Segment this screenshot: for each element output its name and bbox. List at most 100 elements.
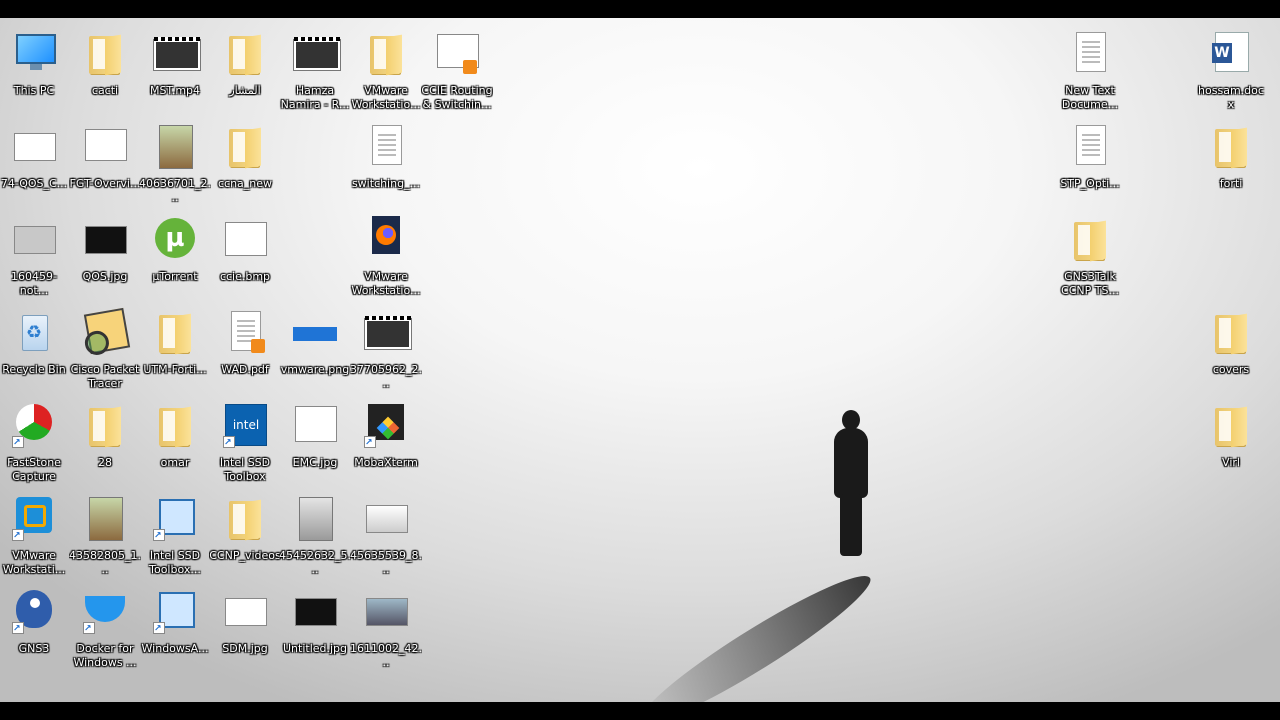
desktop-icon-covers[interactable]: covers [1195,305,1267,393]
icon-label: CCNP_videos [209,549,281,562]
faststone-icon [10,402,58,450]
desktop-icon-vmware-workstati[interactable]: VMware Workstati... [0,491,70,579]
text-document-icon [1066,123,1114,171]
icon-label: STP_Opti... [1060,177,1120,190]
desktop-icon-img-40636701[interactable]: 40636701_2... [139,119,211,207]
desktop-icon-ccnp-videos[interactable]: CCNP_videos [209,491,281,579]
icon-label: CCIE Routing & Switchin... [421,84,493,111]
icon-label: Untitled.jpg [282,642,348,655]
desktop-icon-cacti[interactable]: cacti [69,26,141,114]
icon-label: 1611002_42... [350,642,422,669]
desktop-icon-intel-ssd-toolbox[interactable]: intel Intel SSD Toolbox [209,398,281,486]
icon-label: 45452632_5... [279,549,351,576]
icon-label: New Text Docume... [1061,84,1119,111]
desktop-icon-switching[interactable]: switching_... [350,119,422,207]
desktop-icon-gns3[interactable]: GNS3 [0,584,70,672]
icon-label: VMware Workstatio... [351,84,421,111]
pdf-file-icon [433,30,481,78]
desktop-icon-img-43582805[interactable]: 43582805_1... [69,491,141,579]
desktop-icon-vmware-ws-1[interactable]: VMware Workstatio... [350,26,422,114]
desktop[interactable]: This PC 74-QOS_C... 160459-not... Recycl… [0,18,1280,702]
desktop-icon-docker[interactable]: Docker for Windows ... [69,584,141,672]
icon-label: hossam.docx [1198,84,1264,111]
folder-icon [1207,309,1255,357]
folder-icon [1207,402,1255,450]
desktop-icon-folder-28[interactable]: 28 [69,398,141,486]
desktop-icon-qos-74[interactable]: 74-QOS_C... [0,119,70,207]
folder-icon [81,402,129,450]
image-file-icon [221,588,269,636]
icon-label: omar [160,456,190,469]
gns3-icon [10,588,58,636]
icon-label: 43582805_1... [69,549,141,576]
folder-icon [362,30,410,78]
desktop-icon-qos-jpg[interactable]: QOS.jpg [69,212,141,300]
desktop-icon-untitled-jpg[interactable]: Untitled.jpg [279,584,351,672]
desktop-icon-img-1611002[interactable]: 1611002_42... [350,584,422,672]
desktop-icon-img-37705962[interactable]: 37705962_2... [350,305,422,393]
image-file-icon [362,588,410,636]
icon-label: GNS3 [18,642,50,655]
desktop-icon-hossam-docx[interactable]: hossam.docx [1195,26,1267,114]
desktop-icon-recycle-bin[interactable]: Recycle Bin [0,305,70,393]
pdf-file-icon [221,309,269,357]
image-file-icon [81,495,129,543]
desktop-icon-new-text-document[interactable]: New Text Docume... [1054,26,1126,114]
icon-label: 28 [98,456,112,469]
image-file-icon [291,309,339,357]
desktop-icon-vmware-ws-2[interactable]: VMware Workstatio... [350,212,422,300]
icon-label: MST.mp4 [149,84,201,97]
icon-label: ccie.bmp [219,270,271,283]
icon-label: switching_... [351,177,421,190]
desktop-icon-this-pc[interactable]: This PC [0,26,70,114]
vmware-icon [10,495,58,543]
desktop-icon-omar[interactable]: omar [139,398,211,486]
desktop-icon-intel-ssd-toolbox-2[interactable]: Intel SSD Toolbox... [139,491,211,579]
desktop-icon-windowsa[interactable]: WindowsA... [139,584,211,672]
wallpaper-walking-figure [826,410,878,560]
desktop-icon-gns3talk[interactable]: GNS3Talk CCNP TS... [1054,212,1126,300]
icon-label: MobaXterm [354,456,418,469]
folder-icon [151,309,199,357]
icon-label: WAD.pdf [221,363,269,376]
folder-icon [221,123,269,171]
folder-icon [81,30,129,78]
desktop-icon-img-45635539[interactable]: 45635539_8... [350,491,422,579]
desktop-icon-mobaxterm[interactable]: MobaXterm [350,398,422,486]
desktop-icon-utm-forti[interactable]: UTM-Forti... [139,305,211,393]
desktop-icon-sdm-jpg[interactable]: SDM.jpg [209,584,281,672]
icon-label: WindowsA... [141,642,209,655]
desktop-icon-cisco-packet-tracer[interactable]: Cisco Packet Tracer [69,305,141,393]
desktop-icon-hamza-namira[interactable]: Hamza Namira - R... [279,26,351,114]
folder-icon [221,495,269,543]
desktop-icon-mst-mp4[interactable]: MST.mp4 [139,26,211,114]
desktop-icon-wad-pdf[interactable]: WAD.pdf [209,305,281,393]
icon-label: QOS.jpg [82,270,128,283]
desktop-icon-fgt-overview[interactable]: FGT-Overvi... [69,119,141,207]
desktop-icon-arabic-folder[interactable]: المشار [209,26,281,114]
icon-label: VMware Workstati... [2,549,66,576]
desktop-icon-ccna-new[interactable]: ccna_new [209,119,281,207]
desktop-icon-stp-opti[interactable]: STP_Opti... [1054,119,1126,207]
desktop-icon-faststone-capture[interactable]: FastStone Capture [0,398,70,486]
desktop-icon-ccie-bmp[interactable]: ccie.bmp [209,212,281,300]
wallpaper-shadow [630,561,881,702]
document-icon [362,123,410,171]
icon-label: Virl [1222,456,1240,469]
desktop-icon-notes-160459[interactable]: 160459-not... [0,212,70,300]
desktop-icon-utorrent[interactable]: µ µTorrent [139,212,211,300]
desktop-icon-img-45452632[interactable]: 45452632_5... [279,491,351,579]
icon-label: 45635539_8... [350,549,422,576]
icon-label: Intel SSD Toolbox... [149,549,201,576]
desktop-icon-vmware-png[interactable]: vmware.png [279,305,351,393]
icon-label: vmware.png [280,363,350,376]
icon-label: Docker for Windows ... [73,642,137,669]
icon-label: cacti [91,84,119,97]
desktop-icon-ccie-routing[interactable]: CCIE Routing & Switchin... [421,26,493,114]
desktop-icon-virl[interactable]: Virl [1195,398,1267,486]
desktop-icon-forti[interactable]: forti [1195,119,1267,207]
icon-label: 160459-not... [11,270,57,297]
image-file-icon [291,495,339,543]
firefox-file-icon [362,216,410,264]
desktop-icon-emc-jpg[interactable]: EMC.jpg [279,398,351,486]
